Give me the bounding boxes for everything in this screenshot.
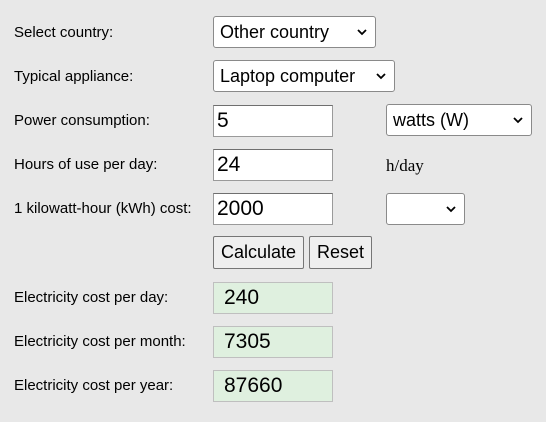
cost-label: 1 kilowatt-hour (kWh) cost:	[14, 200, 192, 217]
country-select[interactable]: Other country	[213, 16, 376, 48]
result-day-value: 240	[213, 282, 333, 314]
power-label: Power consumption:	[14, 112, 150, 129]
hours-input[interactable]: 24	[213, 149, 333, 181]
appliance-select[interactable]: Laptop computer	[213, 60, 395, 92]
result-month-value: 7305	[213, 326, 333, 358]
result-day-label: Electricity cost per day:	[14, 289, 169, 306]
power-input[interactable]: 5	[213, 105, 333, 137]
power-unit-value: watts (W)	[393, 110, 469, 130]
appliance-label: Typical appliance:	[14, 68, 134, 85]
reset-button[interactable]: Reset	[309, 236, 372, 269]
result-year-label: Electricity cost per year:	[14, 377, 174, 394]
power-unit-select[interactable]: watts (W)	[386, 104, 532, 136]
chevron-down-icon	[357, 29, 367, 36]
country-select-value: Other country	[220, 22, 330, 42]
appliance-select-value: Laptop computer	[220, 66, 356, 86]
result-month-label: Electricity cost per month:	[14, 333, 186, 350]
currency-select[interactable]	[386, 193, 465, 225]
result-year-value: 87660	[213, 370, 333, 402]
chevron-down-icon	[376, 73, 386, 80]
chevron-down-icon	[446, 206, 456, 213]
cost-input[interactable]: 2000	[213, 193, 333, 225]
chevron-down-icon	[513, 117, 523, 124]
country-label: Select country:	[14, 24, 114, 41]
hours-label: Hours of use per day:	[14, 156, 158, 173]
hours-unit: h/day	[386, 156, 424, 175]
calculate-button[interactable]: Calculate	[213, 236, 304, 269]
